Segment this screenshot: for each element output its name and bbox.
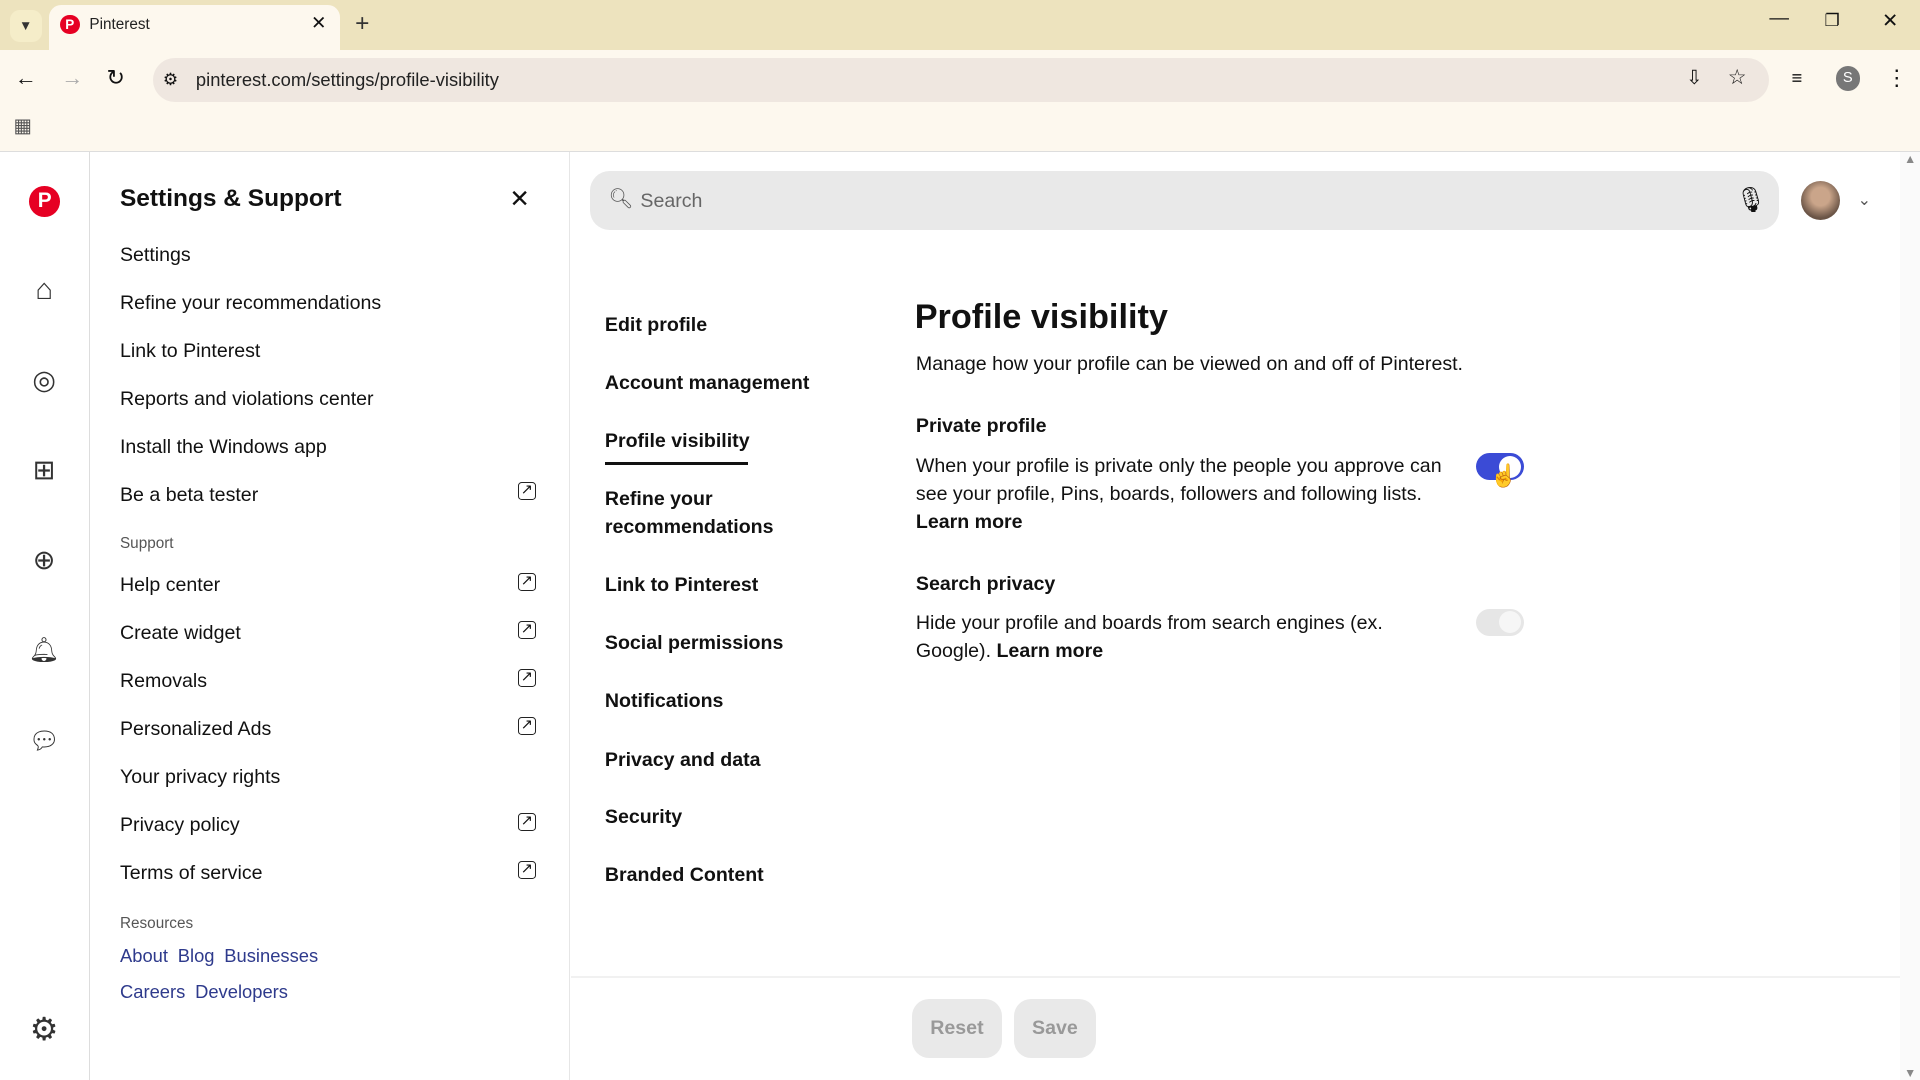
- about-link[interactable]: About: [120, 945, 168, 966]
- search-privacy-text: Hide your profile and boards from search…: [916, 612, 1383, 662]
- external-link-icon[interactable]: ↗: [518, 861, 536, 879]
- blog-link[interactable]: Blog: [178, 945, 215, 966]
- microphone-icon[interactable]: 🎙︎: [1735, 185, 1766, 215]
- resources-label: Resources: [120, 915, 193, 933]
- settings-nav-social-permissions[interactable]: Social permissions: [605, 629, 783, 657]
- external-link-icon[interactable]: ↗: [518, 813, 536, 831]
- browser-menu-icon[interactable]: ⋮: [1886, 65, 1908, 91]
- private-learn-more-link[interactable]: Learn more: [916, 511, 1023, 533]
- hand-cursor-icon: ☝: [1490, 463, 1517, 489]
- private-profile-description: When your profile is private only the pe…: [916, 452, 1455, 536]
- panel-menu-item[interactable]: Be a beta tester: [120, 484, 258, 507]
- settings-nav-privacy-and-data[interactable]: Privacy and data: [605, 746, 761, 774]
- tab-title: Pinterest: [89, 16, 149, 34]
- support-menu-item[interactable]: Your privacy rights: [120, 766, 280, 789]
- reset-button[interactable]: Reset: [912, 999, 1001, 1058]
- support-label: Support: [120, 535, 174, 553]
- support-menu-item[interactable]: Personalized Ads: [120, 718, 271, 741]
- settings-support-panel: Settings & Support ✕ Support Resources A…: [89, 152, 570, 1080]
- search-input[interactable]: Search: [640, 190, 702, 213]
- external-link-icon[interactable]: ↗: [518, 573, 536, 591]
- close-panel-icon[interactable]: ✕: [509, 184, 530, 214]
- panel-menu-item[interactable]: Install the Windows app: [120, 436, 327, 459]
- save-button[interactable]: Save: [1014, 999, 1096, 1058]
- search-learn-more-link[interactable]: Learn more: [996, 640, 1103, 662]
- page-subtitle: Manage how your profile can be viewed on…: [916, 353, 1463, 376]
- home-icon[interactable]: ⌂: [27, 273, 61, 307]
- support-menu-item[interactable]: Removals: [120, 670, 207, 693]
- tab-search-chevron-icon[interactable]: ▼: [10, 10, 42, 42]
- resources-links-row-1: About Blog Businesses: [120, 945, 328, 968]
- settings-nav-account-management[interactable]: Account management: [605, 369, 810, 397]
- support-menu-item[interactable]: Help center: [120, 574, 220, 597]
- panel-title: Settings & Support: [120, 185, 342, 213]
- active-nav-underline: [605, 462, 748, 466]
- back-icon[interactable]: ←: [15, 65, 37, 91]
- notifications-bell-icon[interactable]: 🔔︎: [27, 633, 61, 667]
- bookmark-star-icon[interactable]: ☆: [1728, 65, 1747, 90]
- install-app-icon[interactable]: ⇩: [1686, 66, 1702, 90]
- media-control-icon[interactable]: ≡: [1791, 67, 1802, 89]
- support-menu-item[interactable]: Privacy policy: [120, 814, 240, 837]
- businesses-link[interactable]: Businesses: [224, 945, 318, 966]
- search-privacy-heading: Search privacy: [916, 573, 1055, 596]
- external-link-icon[interactable]: ↗: [518, 621, 536, 639]
- browser-profile-avatar[interactable]: S: [1836, 66, 1860, 90]
- apps-grid-icon[interactable]: ▦: [13, 114, 32, 138]
- developers-link[interactable]: Developers: [195, 981, 288, 1002]
- page-scrollbar[interactable]: ▲ ▼: [1900, 152, 1920, 1080]
- support-menu-item[interactable]: Terms of service: [120, 862, 263, 885]
- pinterest-logo-icon[interactable]: P: [29, 186, 60, 217]
- settings-gear-icon[interactable]: ⚙: [27, 1011, 61, 1045]
- panel-menu-item[interactable]: Settings: [120, 244, 191, 267]
- account-chevron-down-icon[interactable]: ⌄: [1858, 190, 1871, 210]
- window-close-icon[interactable]: ✕: [1882, 9, 1898, 33]
- external-link-icon[interactable]: ↗: [518, 669, 536, 687]
- panel-menu-item[interactable]: Reports and violations center: [120, 388, 374, 411]
- support-menu-item[interactable]: Create widget: [120, 622, 241, 645]
- settings-nav-refine-your-recommendations[interactable]: Refine your recommendations: [605, 485, 813, 541]
- settings-nav-security[interactable]: Security: [605, 803, 682, 831]
- external-link-icon[interactable]: ↗: [518, 717, 536, 735]
- left-rail: P ⌂ ◎ ⊞ ⊕ 🔔︎ 💬︎ ⚙: [0, 152, 90, 1080]
- url-text[interactable]: pinterest.com/settings/profile-visibilit…: [196, 69, 499, 91]
- minimize-icon[interactable]: —: [1769, 7, 1789, 30]
- forward-icon[interactable]: →: [61, 65, 83, 91]
- address-bar[interactable]: ⚙ pinterest.com/settings/profile-visibil…: [153, 58, 1769, 102]
- careers-link[interactable]: Careers: [120, 981, 185, 1002]
- pinterest-favicon-icon: P: [60, 15, 80, 35]
- messages-icon[interactable]: 💬︎: [27, 724, 61, 758]
- tab-close-icon[interactable]: ✕: [311, 12, 326, 34]
- create-plus-icon[interactable]: ⊕: [27, 544, 61, 578]
- external-link-icon[interactable]: ↗: [518, 482, 536, 500]
- footer-divider: [571, 976, 1901, 978]
- site-settings-icon[interactable]: ⚙: [163, 69, 178, 90]
- settings-nav-branded-content[interactable]: Branded Content: [605, 861, 764, 889]
- new-tab-icon[interactable]: +: [355, 10, 369, 38]
- reload-icon[interactable]: ↻: [107, 65, 125, 91]
- search-bar[interactable]: 🔍︎ Search 🎙︎: [590, 171, 1779, 230]
- user-avatar[interactable]: [1801, 181, 1840, 220]
- resources-links-row-2: Careers Developers: [120, 981, 298, 1004]
- page-title: Profile visibility: [915, 298, 1168, 337]
- browser-tab[interactable]: P Pinterest ✕: [49, 5, 340, 50]
- search-privacy-toggle[interactable]: [1476, 609, 1525, 636]
- search-privacy-description: Hide your profile and boards from search…: [916, 609, 1430, 665]
- search-icon: 🔍︎: [609, 187, 634, 211]
- settings-nav-notifications[interactable]: Notifications: [605, 687, 724, 715]
- settings-nav-edit-profile[interactable]: Edit profile: [605, 311, 707, 339]
- panel-menu-item[interactable]: Refine your recommendations: [120, 292, 381, 315]
- explore-compass-icon[interactable]: ◎: [27, 364, 61, 398]
- panel-menu-item[interactable]: Link to Pinterest: [120, 340, 260, 363]
- settings-nav-link-to-pinterest[interactable]: Link to Pinterest: [605, 571, 758, 599]
- restore-icon[interactable]: ❐: [1825, 10, 1840, 31]
- settings-nav-profile-visibility[interactable]: Profile visibility: [605, 427, 750, 455]
- private-profile-text: When your profile is private only the pe…: [916, 455, 1442, 505]
- boards-icon[interactable]: ⊞: [27, 453, 61, 487]
- private-profile-heading: Private profile: [916, 415, 1047, 438]
